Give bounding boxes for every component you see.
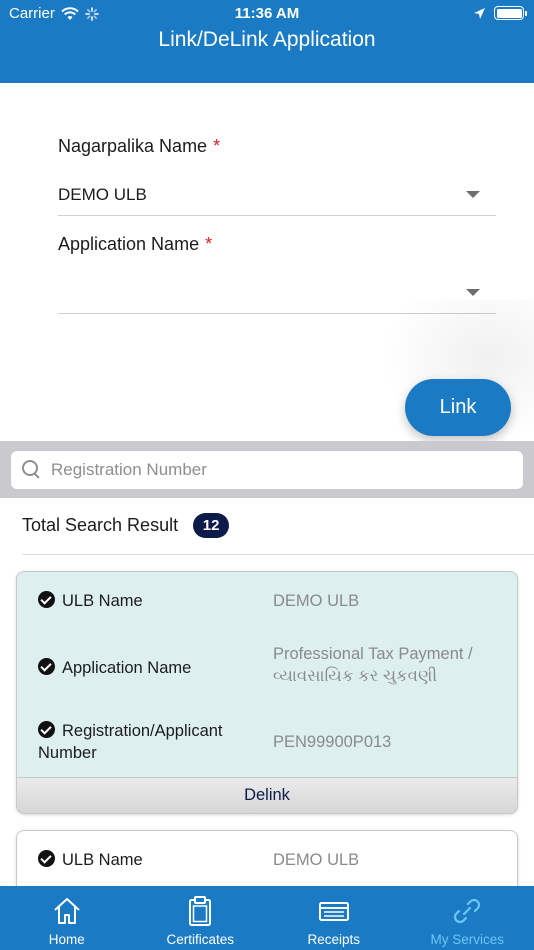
tab-label: Certificates (166, 932, 235, 947)
tab-label: Receipts (307, 932, 361, 947)
status-bar: Carrier 11:36 AM (0, 4, 534, 24)
search-bar (0, 441, 534, 498)
home-icon (54, 898, 80, 924)
tab-certificates[interactable]: Certificates (134, 886, 268, 950)
result-count-badge: 12 (193, 513, 230, 538)
application-label: Application Name * (58, 234, 496, 255)
location-arrow-icon (474, 7, 485, 19)
clipboard-icon (189, 896, 212, 926)
tab-receipts[interactable]: Receipts (267, 886, 401, 950)
check-circle-icon (38, 658, 55, 675)
chevron-down-icon (466, 191, 480, 198)
registration-number-label: Registration/Applicant Number (38, 720, 268, 764)
application-name-label: Application Name (38, 657, 191, 679)
registration-number-value: PEN99900P013 (273, 733, 392, 751)
nagarpalika-label-text: Nagarpalika Name (58, 136, 208, 156)
ulb-name-label: ULB Name (38, 590, 143, 612)
tab-label: My Services (430, 932, 504, 947)
status-indicators (473, 6, 527, 20)
link-button[interactable]: Link (405, 379, 511, 436)
ulb-name-label-text: ULB Name (62, 851, 143, 869)
receipt-icon (318, 902, 349, 921)
tab-label: Home (48, 932, 85, 947)
nagarpalika-dropdown[interactable]: DEMO ULB (58, 174, 496, 216)
tab-home[interactable]: Home (0, 886, 134, 950)
link-icon (454, 898, 481, 924)
app-header: Carrier 11:36 AM Link/DeLink Application (0, 0, 534, 83)
application-label-text: Application Name (58, 234, 200, 254)
battery-icon (494, 6, 527, 20)
ulb-name-label: ULB Name (38, 849, 143, 871)
registration-search-input[interactable] (51, 460, 491, 480)
page-title: Link/DeLink Application (158, 28, 376, 51)
ulb-name-value: DEMO ULB (273, 592, 360, 610)
result-summary: Total Search Result 12 (22, 513, 230, 538)
required-mark: * (205, 234, 213, 254)
check-circle-icon (38, 591, 55, 608)
chevron-down-icon (466, 289, 480, 296)
status-time: 11:36 AM (234, 5, 300, 22)
registration-number-label-text: Registration/Applicant Number (38, 722, 223, 762)
application-dropdown[interactable] (58, 272, 496, 314)
ulb-name-value: DEMO ULB (273, 851, 360, 869)
application-card: ULB Name DEMO ULB Application Name Profe… (16, 571, 518, 814)
bottom-tab-bar: Home Certificates Receipts My Services (0, 886, 534, 950)
nagarpalika-label: Nagarpalika Name * (58, 136, 496, 157)
ulb-name-label-text: ULB Name (62, 592, 143, 610)
delink-button[interactable]: Delink (17, 777, 517, 813)
nagarpalika-selected-value: DEMO ULB (58, 184, 147, 204)
check-circle-icon (38, 850, 55, 867)
search-icon (22, 460, 42, 480)
tab-my-services[interactable]: My Services (401, 886, 534, 950)
result-count-label: Total Search Result (22, 515, 179, 535)
application-name-value: Professional Tax Payment / વ્યાવસાયિક કર… (273, 645, 473, 685)
required-mark: * (213, 136, 221, 156)
application-name-label-text: Application Name (62, 659, 192, 677)
divider (22, 554, 534, 555)
check-circle-icon (38, 721, 55, 738)
search-box (11, 451, 523, 489)
